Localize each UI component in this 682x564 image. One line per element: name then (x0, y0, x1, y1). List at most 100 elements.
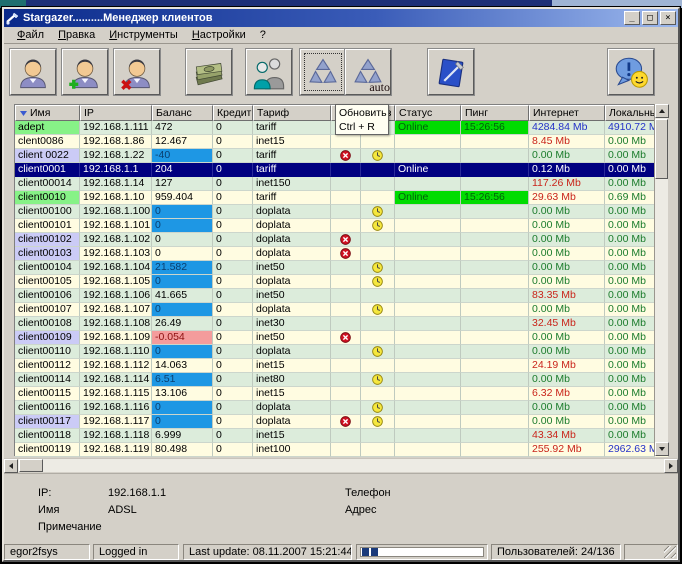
table-row[interactable]: client00103192.168.1.10300doplata0.00 Mb… (15, 247, 668, 261)
name-value: ADSL (108, 504, 137, 516)
table-row[interactable]: client00112192.168.1.11214.0630inet1524.… (15, 359, 668, 373)
cell-balance: 6.999 (152, 429, 213, 443)
cell-local: 0.00 Mb (605, 331, 655, 345)
table-row[interactable]: client00117192.168.1.11700doplata0.00 Mb… (15, 415, 668, 429)
cell-credit: 0 (213, 289, 253, 303)
menu-item-edit[interactable]: Правка (51, 28, 102, 42)
delete-user-button[interactable] (114, 49, 160, 95)
cell-credit: 0 (213, 121, 253, 135)
cell-ip: 192.168.1.119 (80, 443, 152, 457)
column-header-local[interactable]: Локальные р (605, 105, 655, 121)
table-row[interactable]: client00105192.168.1.10500doplata0.00 Mb… (15, 275, 668, 289)
payment-button[interactable] (186, 49, 232, 95)
menu-item-file[interactable]: Файл (10, 28, 51, 42)
cell-ping (461, 135, 529, 149)
cell-ip: 192.168.1.108 (80, 317, 152, 331)
table-row[interactable]: client00102192.168.1.10200doplata0.00 Mb… (15, 233, 668, 247)
column-header-balance[interactable]: Баланс (152, 105, 213, 121)
refresh-button[interactable] (300, 49, 346, 95)
cell-local: 0.00 Mb (605, 247, 655, 261)
table-row[interactable]: clent0086192.168.1.8612.4670inet158.45 M… (15, 135, 668, 149)
cell-local: 4910.72 Mb (605, 121, 655, 135)
notes-button[interactable] (428, 49, 474, 95)
table-row[interactable]: client00116192.168.1.11600doplata0.00 Mb… (15, 401, 668, 415)
cell-ping (461, 317, 529, 331)
cell-ping (461, 149, 529, 163)
cell-ping (461, 443, 529, 457)
column-header-ip[interactable]: IP (80, 105, 152, 121)
resize-grip[interactable] (664, 546, 676, 558)
scroll-right-button[interactable] (664, 459, 678, 473)
minimize-button[interactable]: _ (624, 11, 640, 25)
add-user-button[interactable] (62, 49, 108, 95)
cell-status (395, 177, 461, 191)
menu-item-help[interactable]: ? (253, 28, 273, 42)
cell-name: client0001 (15, 163, 80, 177)
cell-ip: 192.168.1.106 (80, 289, 152, 303)
users-group-button[interactable] (246, 49, 292, 95)
scroll-down-button[interactable] (655, 442, 669, 456)
statusbar-last-update: Last update: 08.11.2007 15:21:44 (183, 544, 352, 560)
scroll-up-button[interactable] (655, 104, 669, 118)
name-label: Имя (38, 504, 59, 516)
cell-frozen (361, 317, 395, 331)
cell-internet: 83.35 Mb (529, 289, 605, 303)
table-row[interactable]: client00118192.168.1.1186.9990inet1543.3… (15, 429, 668, 443)
table-row[interactable]: client0010192.168.1.10959.4040tariffOnli… (15, 191, 668, 205)
vertical-scroll-thumb[interactable] (655, 119, 668, 179)
column-header-ping[interactable]: Пинг (461, 105, 529, 121)
horizontal-scrollbar[interactable] (4, 458, 678, 472)
scroll-left-button[interactable] (4, 459, 18, 473)
cell-name: client00116 (15, 401, 80, 415)
table-row[interactable]: client00104192.168.1.10421.5820inet500.0… (15, 261, 668, 275)
cell-local: 0.00 Mb (605, 387, 655, 401)
table-row[interactable]: client00109192.168.1.109-0.0540inet500.0… (15, 331, 668, 345)
menu-item-settings[interactable]: Настройки (185, 28, 253, 42)
cell-frozen (361, 163, 395, 177)
cell-blocked (331, 401, 361, 415)
menu-item-tools[interactable]: Инструменты (102, 28, 185, 42)
cell-name: client00117 (15, 415, 80, 429)
table-row[interactable]: client00101192.168.1.10100doplata0.00 Mb… (15, 219, 668, 233)
horizontal-scroll-thumb[interactable] (19, 459, 43, 472)
cell-status (395, 317, 461, 331)
table-row[interactable]: client00114192.168.1.1146.510inet800.00 … (15, 373, 668, 387)
cell-tariff: inet150 (253, 177, 331, 191)
cell-blocked (331, 163, 361, 177)
cell-blocked (331, 233, 361, 247)
cell-frozen (361, 247, 395, 261)
column-header-internet[interactable]: Интернет (529, 105, 605, 121)
close-button[interactable]: × (660, 11, 676, 25)
table-row[interactable]: client00014192.168.1.141270inet150117.26… (15, 177, 668, 191)
table-row[interactable]: client00110192.168.1.11000doplata0.00 Mb… (15, 345, 668, 359)
cell-internet: 0.00 Mb (529, 233, 605, 247)
cell-tariff: inet15 (253, 387, 331, 401)
frozen-icon (372, 276, 383, 287)
cell-status (395, 443, 461, 457)
cell-blocked (331, 177, 361, 191)
cell-frozen (361, 177, 395, 191)
table-row[interactable]: client00108192.168.1.10826.490inet3032.4… (15, 317, 668, 331)
auto-refresh-button[interactable]: auto (345, 49, 391, 95)
table-row[interactable]: client00107192.168.1.10700doplata0.00 Mb… (15, 303, 668, 317)
column-header-credit[interactable]: Кредит (213, 105, 253, 121)
cell-frozen (361, 205, 395, 219)
cell-credit: 0 (213, 219, 253, 233)
user-info-button[interactable] (10, 49, 56, 95)
column-header-name[interactable]: Имя (15, 105, 80, 121)
table-row[interactable]: client00119192.168.1.11980.4980inet10025… (15, 443, 668, 457)
table-row[interactable]: client00100192.168.1.10000doplata0.00 Mb… (15, 205, 668, 219)
table-row[interactable]: client0001192.168.1.12040tariffOnline0.1… (15, 163, 668, 177)
table-row[interactable]: client00115192.168.1.11513.1060inet156.3… (15, 387, 668, 401)
sort-icon (19, 109, 28, 118)
column-header-tariff[interactable]: Тариф (253, 105, 331, 121)
column-header-status[interactable]: Статус (395, 105, 461, 121)
about-button[interactable] (608, 49, 654, 95)
vertical-scrollbar[interactable] (654, 104, 668, 456)
cell-balance: 127 (152, 177, 213, 191)
statusbar-user: egor2fsys (4, 544, 90, 560)
maximize-button[interactable]: □ (642, 11, 658, 25)
table-row[interactable]: client00106192.168.1.10641.6650inet5083.… (15, 289, 668, 303)
table-row[interactable]: client 0022192.168.1.22-400tariff0.00 Mb… (15, 149, 668, 163)
refresh-icon (306, 56, 340, 90)
